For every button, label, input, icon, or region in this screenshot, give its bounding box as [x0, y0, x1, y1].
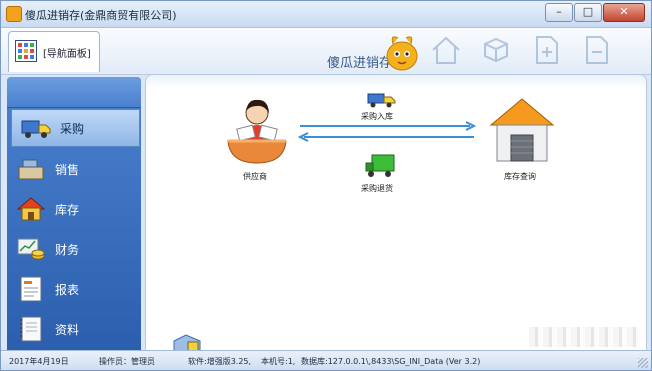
supplier-label: 供应商: [243, 172, 267, 181]
grid-icon: [15, 40, 37, 62]
tab-nav-panel[interactable]: [导航面板]: [8, 31, 100, 72]
nav-panel-label: [导航面板]: [43, 49, 91, 60]
mascot-icon: [384, 32, 420, 75]
sidebar-item-inventory[interactable]: 库存: [7, 191, 141, 227]
small-truck-icon: [367, 93, 396, 108]
sidebar-item-label: 报表: [55, 282, 80, 297]
cube-icon[interactable]: [471, 32, 521, 68]
brand-text: 傻瓜进销存: [327, 56, 393, 71]
title-bar[interactable]: 傻瓜进销存(金鼎商贸有限公司) – □ ✕: [1, 1, 651, 28]
blur-watermark: [529, 327, 639, 347]
sidebar-item-label: 财务: [55, 242, 80, 257]
truck-icon: [20, 113, 52, 143]
chart-coins-icon: [15, 234, 47, 264]
status-operator: 操作员：管理员: [99, 357, 155, 366]
status-database: 数据库:127.0.0.1\,8433\SG_INI_Data (Ver 3.2…: [301, 357, 481, 366]
sidebar-item-label: 库存: [55, 202, 80, 217]
home-icon[interactable]: [421, 32, 471, 68]
warehouse-node[interactable]: [489, 95, 555, 168]
purchase-in-node[interactable]: [367, 92, 397, 111]
status-machine: 本机号:1,: [261, 357, 296, 366]
flow-arrows: [297, 121, 477, 142]
sidebar-item-label: 资料: [55, 322, 80, 337]
status-date: 2017年4月19日: [9, 357, 69, 366]
close-button[interactable]: ✕: [603, 3, 645, 22]
cash-register-icon: [15, 154, 47, 184]
sidebar-header: [7, 77, 141, 108]
add-doc-icon[interactable]: [521, 32, 571, 68]
sidebar-item-sales[interactable]: 销售: [7, 151, 141, 187]
sidebar-item-label: 采购: [60, 121, 85, 136]
minimize-button[interactable]: –: [545, 3, 573, 22]
house-icon: [15, 194, 47, 224]
toolbar: [导航面板] 傻瓜进销存: [1, 28, 651, 75]
warehouse-label: 库存查询: [504, 172, 536, 181]
sidebar-item-purchase[interactable]: 采购: [11, 109, 140, 147]
purchase-return-node[interactable]: [364, 153, 396, 182]
supplier-icon: [227, 99, 287, 164]
maximize-button[interactable]: □: [574, 3, 602, 22]
sidebar-item-finance[interactable]: 财务: [7, 231, 141, 267]
status-bar: 2017年4月19日 操作员：管理员 软件:增强版3.25, 本机号:1, 数据…: [1, 350, 651, 370]
green-truck-icon: [365, 154, 395, 177]
warehouse-icon: [489, 98, 555, 162]
resize-grip[interactable]: [638, 358, 648, 368]
remove-doc-icon[interactable]: [571, 32, 621, 68]
purchase-return-label: 采购退货: [361, 184, 393, 193]
supplier-node[interactable]: [224, 97, 290, 170]
navigation-panel: 供应商 采购入库 采购退货 库存查询: [145, 74, 647, 352]
window-title: 傻瓜进销存(金鼎商贸有限公司): [25, 9, 177, 22]
app-icon: [6, 6, 22, 22]
sidebar-item-label: 销售: [55, 162, 80, 177]
notebook-icon: [15, 314, 47, 344]
report-icon: [15, 274, 47, 304]
sidebar: 采购 销售 库存 财务 报表 资料: [7, 77, 141, 351]
sidebar-item-data[interactable]: 资料: [7, 311, 141, 347]
status-software: 软件:增强版3.25,: [188, 357, 252, 366]
sidebar-item-reports[interactable]: 报表: [7, 271, 141, 307]
app-window: 傻瓜进销存(金鼎商贸有限公司) – □ ✕ [导航面板] 傻瓜进销存 采购 销售…: [0, 0, 652, 371]
